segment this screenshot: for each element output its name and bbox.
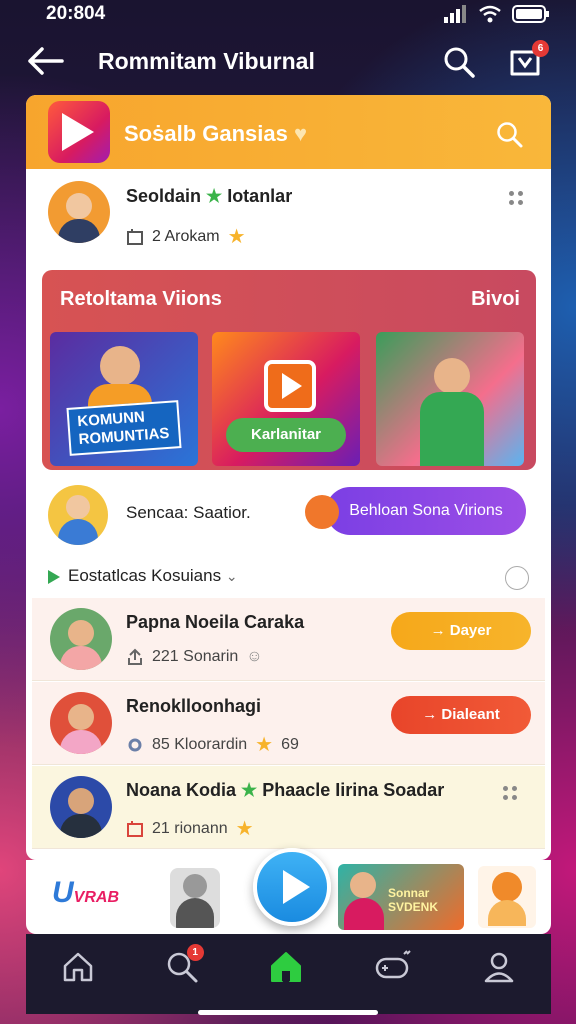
more-dots-icon[interactable]	[509, 191, 523, 205]
emoji-icon[interactable]	[505, 566, 529, 590]
top-app-bar: Rommitam Viburnal 6	[0, 36, 576, 88]
star-icon: ★	[235, 818, 254, 840]
list-item-meta: 85 Kloorardin ★ 69	[126, 732, 299, 757]
battery-icon	[512, 5, 549, 23]
panel-title: Soṡalb Gansias ♥	[124, 121, 307, 147]
thumbnail-2-button[interactable]: Karlanitar	[226, 418, 346, 452]
search-icon[interactable]	[496, 121, 524, 149]
mascot-card[interactable]	[478, 866, 536, 928]
emoji-icon	[305, 495, 339, 529]
profile-icon[interactable]	[482, 950, 516, 984]
main-panel: Soṡalb Gansias ♥ Seoldain ★ Iotanlar 2 A…	[26, 95, 551, 860]
emoji-icon: ☺	[246, 648, 263, 665]
thumbnail-1-label: KOMUNN ROMUNTIAS	[66, 400, 182, 456]
list-item-meta-text: 21 rionann	[152, 819, 228, 837]
list-item-name-text: Noana Kodia	[126, 780, 237, 800]
section-label: Eostatlcas Kosuians ⌄	[68, 566, 238, 586]
avatar[interactable]	[48, 485, 108, 545]
list-item[interactable]: Noana Kodia ★ Phaacle Iirina Soadar 21 r…	[32, 766, 545, 849]
section-header: Eostatlcas Kosuians ⌄	[26, 558, 551, 598]
play-icon	[62, 113, 94, 151]
chevron-down-icon[interactable]: ⌄	[226, 568, 238, 584]
list-item-meta-text: 85 Kloorardin	[152, 735, 248, 753]
star-icon: ★	[206, 186, 223, 206]
notification-badge: 1	[186, 944, 204, 961]
list-item-button[interactable]: → Dayer	[391, 612, 531, 650]
list-item-meta-text: 221 Sonarin	[152, 648, 239, 665]
list-item-name: Papna Noeila Caraka	[126, 612, 305, 632]
more-dots-icon[interactable]	[503, 786, 517, 800]
profile-meta: 2 Arokam ★	[126, 224, 246, 249]
section-label-text: Eostatlcas Kosuians	[68, 566, 222, 585]
feature-card[interactable]: Retoltama Viions Bivoi KOMUNN ROMUNTIAS …	[42, 270, 536, 470]
star-icon: ★	[227, 226, 246, 248]
status-bar: 20:804	[0, 0, 576, 30]
strip-logo[interactable]: UVRAB	[52, 876, 119, 910]
profile-name-text: Seoldain	[126, 186, 202, 206]
profile-name: Seoldain ★ Iotanlar	[126, 186, 292, 207]
page-title: Rommitam Viburnal	[98, 48, 315, 74]
avatar[interactable]	[50, 692, 112, 754]
bookmark-icon	[127, 820, 143, 837]
star-icon: ★	[241, 780, 258, 800]
search-nav-button[interactable]: 1	[165, 944, 204, 984]
list-item[interactable]: Papna Noeila Caraka 221 Sonarin ☺ → Daye…	[32, 598, 545, 681]
profile-name-suffix: Iotanlar	[227, 186, 293, 206]
gear-icon	[128, 738, 142, 751]
heart-icon: ♥	[293, 121, 308, 146]
avatar[interactable]	[170, 868, 220, 928]
status-icons	[444, 5, 550, 23]
avatar[interactable]	[50, 776, 112, 838]
panel-title-a: Soṡalb	[124, 121, 197, 146]
play-icon	[264, 360, 316, 412]
feature-action[interactable]: Bivoi	[471, 288, 520, 311]
status-time: 20:804	[46, 3, 106, 24]
app-logo[interactable]	[48, 101, 110, 163]
promo-card[interactable]: Sonnar SVDENK	[338, 864, 464, 930]
bookmark-icon	[127, 228, 143, 245]
play-icon	[48, 570, 60, 584]
list-item-meta-count: 69	[281, 735, 299, 753]
avatar[interactable]	[48, 181, 110, 243]
home-indicator	[198, 1010, 378, 1015]
profile-row[interactable]: Seoldain ★ Iotanlar 2 Arokam ★	[26, 171, 551, 261]
bottom-nav: 1	[26, 934, 551, 1014]
session-text: Sencaa: Saatior.	[126, 503, 251, 522]
list-item[interactable]: Renoklloonhagi 85 Kloorardin ★ 69 → Dial…	[32, 682, 545, 765]
star-icon: ★	[255, 734, 274, 756]
play-button[interactable]	[253, 848, 331, 926]
promo-card-text: Sonnar SVDENK	[388, 886, 439, 914]
session-button[interactable]: Behloan Sona Virions	[326, 487, 526, 535]
cart-badge: 6	[532, 40, 549, 57]
home-icon[interactable]	[61, 950, 95, 984]
avatar[interactable]	[50, 608, 112, 670]
list-item-name: Renoklloonhagi	[126, 696, 261, 716]
session-row: Sencaa: Saatior. Behloan Sona Virions	[26, 479, 551, 549]
home-active-icon[interactable]	[268, 949, 304, 985]
back-arrow-icon[interactable]	[26, 46, 66, 76]
share-icon	[128, 648, 142, 665]
play-icon	[283, 870, 310, 904]
thumbnail-3[interactable]	[376, 332, 524, 466]
panel-title-b: Gansias	[196, 121, 288, 146]
shopping-bag-button[interactable]: 6	[508, 40, 549, 83]
profile-meta-text: 2 Arokam	[152, 227, 220, 245]
thumbnail-2[interactable]: Karlanitar	[212, 332, 360, 466]
strip-logo-text: U	[52, 876, 74, 909]
strip-logo-sub: VRAB	[73, 889, 120, 906]
panel-header: Soṡalb Gansias ♥	[26, 95, 551, 169]
list-item-button[interactable]: → Dialeant	[391, 696, 531, 734]
thumbnail-1[interactable]: KOMUNN ROMUNTIAS	[50, 332, 198, 466]
list-item-name-suffix: Phaacle Iirina Soadar	[262, 780, 445, 800]
list-item-meta: 221 Sonarin ☺	[126, 648, 263, 666]
feature-title: Retoltama Viions	[60, 288, 222, 310]
signal-icon	[444, 5, 466, 23]
wifi-icon	[479, 5, 501, 23]
list-item-name: Noana Kodia ★ Phaacle Iirina Soadar	[126, 780, 444, 801]
search-icon[interactable]	[443, 46, 475, 78]
game-controller-icon[interactable]	[374, 950, 412, 984]
list-item-meta: 21 rionann ★	[126, 816, 254, 841]
